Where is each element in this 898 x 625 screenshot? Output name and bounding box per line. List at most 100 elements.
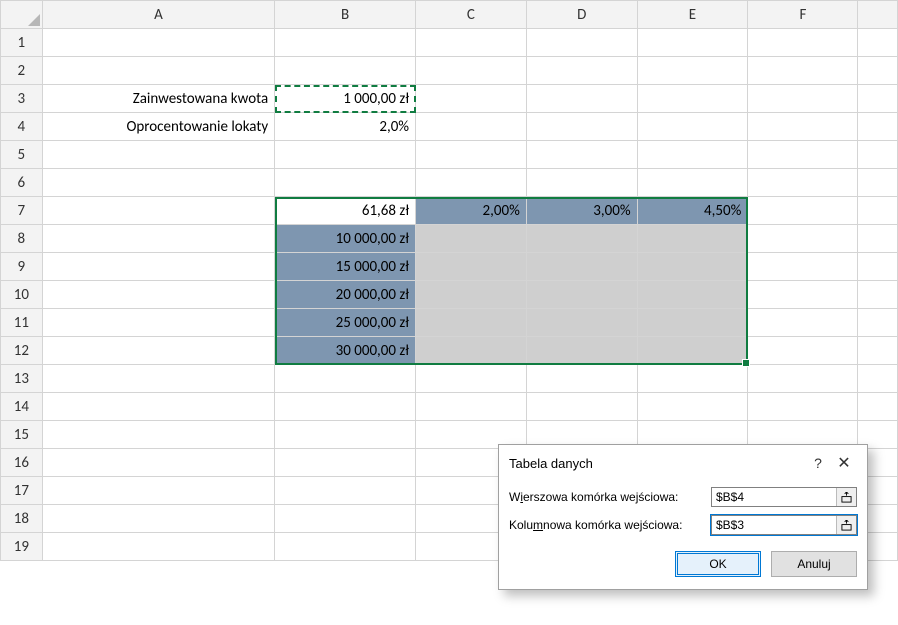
cell-B18[interactable] [275, 505, 416, 533]
cell-C9[interactable] [416, 253, 527, 281]
cell-D8[interactable] [526, 225, 637, 253]
row-range-picker-icon[interactable] [836, 488, 856, 506]
cell-F5[interactable] [748, 141, 858, 169]
cell-D14[interactable] [526, 393, 637, 421]
row-header-7[interactable]: 7 [1, 197, 43, 225]
cell-C10[interactable] [416, 281, 527, 309]
ok-button[interactable]: OK [675, 551, 761, 577]
cell-E9[interactable] [637, 253, 748, 281]
cell-A18[interactable] [42, 505, 274, 533]
cell-F7[interactable] [748, 197, 858, 225]
cell-D4[interactable] [526, 113, 637, 141]
cell-F6[interactable] [748, 169, 858, 197]
cell-B2[interactable] [275, 57, 416, 85]
cell-D5[interactable] [526, 141, 637, 169]
cell-B11[interactable]: 25 000,00 zł [275, 309, 416, 337]
col-header-B[interactable]: B [275, 1, 416, 29]
cell-E4[interactable] [637, 113, 748, 141]
cell-blank-1[interactable] [858, 29, 898, 57]
cell-F9[interactable] [748, 253, 858, 281]
cell-D1[interactable] [526, 29, 637, 57]
cell-B10[interactable]: 20 000,00 zł [275, 281, 416, 309]
cell-A19[interactable] [42, 533, 274, 561]
cell-blank-5[interactable] [858, 141, 898, 169]
cell-D2[interactable] [526, 57, 637, 85]
cell-A12[interactable] [42, 337, 274, 365]
help-icon[interactable]: ? [805, 455, 831, 471]
row-header-11[interactable]: 11 [1, 309, 43, 337]
row-header-6[interactable]: 6 [1, 169, 43, 197]
cell-F8[interactable] [748, 225, 858, 253]
cell-blank-4[interactable] [858, 113, 898, 141]
cell-A15[interactable] [42, 421, 274, 449]
cell-blank-9[interactable] [858, 253, 898, 281]
col-header-blank[interactable] [858, 1, 898, 29]
cell-E6[interactable] [637, 169, 748, 197]
cell-C7[interactable]: 2,00% [416, 197, 527, 225]
cell-blank-6[interactable] [858, 169, 898, 197]
cell-A1[interactable] [42, 29, 274, 57]
cell-A7[interactable] [42, 197, 274, 225]
cell-A10[interactable] [42, 281, 274, 309]
cell-C14[interactable] [416, 393, 527, 421]
cell-A6[interactable] [42, 169, 274, 197]
row-input-field[interactable] [712, 488, 836, 506]
cell-B12[interactable]: 30 000,00 zł [275, 337, 416, 365]
cell-blank-8[interactable] [858, 225, 898, 253]
cell-C2[interactable] [416, 57, 527, 85]
row-header-10[interactable]: 10 [1, 281, 43, 309]
cell-A8[interactable] [42, 225, 274, 253]
col-input-refbox[interactable] [711, 515, 857, 535]
col-header-C[interactable]: C [416, 1, 527, 29]
cell-D6[interactable] [526, 169, 637, 197]
cell-F3[interactable] [748, 85, 858, 113]
row-header-4[interactable]: 4 [1, 113, 43, 141]
cell-A13[interactable] [42, 365, 274, 393]
row-header-9[interactable]: 9 [1, 253, 43, 281]
cell-F13[interactable] [748, 365, 858, 393]
col-header-A[interactable]: A [42, 1, 274, 29]
cell-E2[interactable] [637, 57, 748, 85]
cell-D11[interactable] [526, 309, 637, 337]
cell-B13[interactable] [275, 365, 416, 393]
cell-blank-3[interactable] [858, 85, 898, 113]
cell-blank-12[interactable] [858, 337, 898, 365]
cell-blank-7[interactable] [858, 197, 898, 225]
cell-B17[interactable] [275, 477, 416, 505]
cell-C12[interactable] [416, 337, 527, 365]
cell-C6[interactable] [416, 169, 527, 197]
row-header-19[interactable]: 19 [1, 533, 43, 561]
cell-F11[interactable] [748, 309, 858, 337]
col-header-D[interactable]: D [526, 1, 637, 29]
cell-B1[interactable] [275, 29, 416, 57]
cell-blank-13[interactable] [858, 365, 898, 393]
cell-A4[interactable]: Oprocentowanie lokaty [42, 113, 274, 141]
cell-F2[interactable] [748, 57, 858, 85]
cell-B8[interactable]: 10 000,00 zł [275, 225, 416, 253]
cell-A14[interactable] [42, 393, 274, 421]
cell-A11[interactable] [42, 309, 274, 337]
cell-E14[interactable] [637, 393, 748, 421]
cell-A9[interactable] [42, 253, 274, 281]
cell-F10[interactable] [748, 281, 858, 309]
row-input-refbox[interactable] [711, 487, 857, 507]
cell-D3[interactable] [526, 85, 637, 113]
cell-A16[interactable] [42, 449, 274, 477]
row-header-2[interactable]: 2 [1, 57, 43, 85]
cell-D7[interactable]: 3,00% [526, 197, 637, 225]
cell-F1[interactable] [748, 29, 858, 57]
cell-D10[interactable] [526, 281, 637, 309]
cell-blank-2[interactable] [858, 57, 898, 85]
cell-C1[interactable] [416, 29, 527, 57]
cell-E8[interactable] [637, 225, 748, 253]
row-header-15[interactable]: 15 [1, 421, 43, 449]
cell-D12[interactable] [526, 337, 637, 365]
cell-C3[interactable] [416, 85, 527, 113]
cell-A17[interactable] [42, 477, 274, 505]
cell-B4[interactable]: 2,0% [275, 113, 416, 141]
cell-blank-11[interactable] [858, 309, 898, 337]
cell-A5[interactable] [42, 141, 274, 169]
cell-B15[interactable] [275, 421, 416, 449]
cell-D9[interactable] [526, 253, 637, 281]
cell-blank-10[interactable] [858, 281, 898, 309]
